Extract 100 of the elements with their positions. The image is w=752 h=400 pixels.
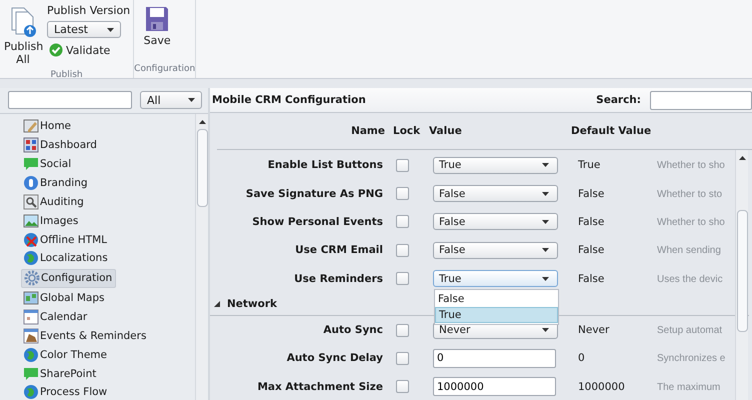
sidebar-item[interactable]: Calendar [21, 308, 90, 326]
lock-checkbox[interactable] [396, 324, 409, 337]
save-button[interactable]: Save [137, 2, 178, 51]
pencil-icon [23, 118, 39, 134]
setting-description: When sending [657, 245, 721, 256]
column-header: Name [351, 125, 386, 137]
column-header: Value [429, 125, 463, 137]
lock-checkbox[interactable] [396, 380, 409, 394]
sidebar-item[interactable]: Events & Reminders [21, 327, 150, 344]
publish-all-button[interactable]: Publish All [3, 2, 43, 70]
sidebar-item[interactable]: Process Flow [21, 384, 110, 400]
group-label: Configuration [134, 64, 196, 76]
default-value: False [577, 272, 606, 285]
setting-name: Use Reminders [294, 272, 384, 285]
validate-button[interactable]: Validate [47, 42, 112, 58]
calendar-icon [23, 328, 39, 344]
sidebar-item[interactable]: SharePoint [21, 365, 100, 382]
globe-icon [23, 232, 39, 248]
setting-name: Auto Sync Delay [286, 352, 384, 364]
setting-description: Uses the devic [657, 274, 723, 285]
lock-checkbox[interactable] [396, 158, 409, 172]
scrollbar-thumb[interactable] [736, 210, 748, 332]
scrollbar-thumb[interactable] [196, 129, 208, 207]
setting-name: Max Attachment Size [257, 380, 384, 393]
default-value: False [577, 244, 606, 256]
filter-dropdown[interactable]: All [140, 91, 202, 109]
sidebar-item[interactable]: Images [21, 212, 82, 230]
default-value: Never [577, 324, 610, 336]
default-value: True [577, 159, 602, 172]
speech-bubble-icon [23, 366, 39, 382]
speech-bubble-icon [23, 156, 39, 172]
setting-name: Show Personal Events [252, 216, 384, 228]
map-icon [23, 290, 39, 306]
sidebar-item[interactable]: Social [21, 156, 74, 173]
gear-icon [24, 270, 40, 286]
globe-icon [23, 346, 39, 363]
checkmark-icon [49, 43, 63, 57]
caret-icon [107, 28, 114, 32]
value-dropdown[interactable]: True [433, 156, 558, 174]
search-label: Search: [596, 94, 641, 106]
lock-checkbox[interactable] [396, 244, 409, 257]
image-icon [23, 212, 39, 229]
sidebar-item[interactable]: Configuration [21, 268, 116, 288]
sidebar-item[interactable]: Home [21, 118, 74, 135]
setting-description: Whether to sto [657, 188, 722, 200]
scrollbar[interactable] [195, 114, 208, 400]
expanded-triangle-icon[interactable] [214, 300, 220, 307]
value-dropdown[interactable]: False [433, 213, 558, 230]
caret-icon [542, 163, 549, 168]
setting-name: Auto Sync [323, 324, 384, 336]
search-field[interactable] [650, 90, 752, 110]
default-value: 0 [577, 352, 586, 364]
caret-icon [188, 98, 195, 102]
caret-icon [542, 248, 549, 252]
group-label: Publish [50, 70, 84, 82]
setting-description: Setup automat [657, 325, 722, 336]
setting-description: Whether to sho [657, 160, 725, 172]
search-field[interactable] [8, 91, 132, 109]
sidebar-item[interactable]: Color Theme [21, 346, 110, 364]
sidebar-item[interactable]: Localizations [21, 250, 111, 267]
setting-description: The maximum [657, 382, 720, 393]
setting-name: Use CRM Email [295, 244, 384, 256]
column-header: Lock [392, 125, 420, 137]
setting-description: Whether to sho [657, 216, 725, 228]
setting-name: Enable List Buttons [268, 159, 384, 172]
value-dropdown[interactable]: False [433, 185, 558, 202]
arrow-up-icon [198, 120, 206, 124]
lock-checkbox[interactable] [396, 187, 409, 200]
default-value: False [577, 188, 606, 200]
lock-checkbox[interactable] [396, 215, 409, 228]
sidebar-item[interactable]: Global Maps [21, 290, 108, 307]
default-value: 1000000 [577, 380, 626, 393]
value-dropdown[interactable]: False [433, 242, 558, 259]
dropdown-option[interactable]: False [435, 291, 558, 308]
sidebar-item[interactable]: Offline HTML [21, 231, 110, 248]
setting-name: Save Signature As PNG [246, 188, 384, 200]
value-field[interactable]: 0 [433, 348, 556, 368]
caret-icon [542, 220, 549, 224]
caret-icon [542, 276, 549, 281]
sidebar-item[interactable]: Branding [21, 174, 91, 192]
lock-checkbox[interactable] [396, 272, 409, 286]
globe-icon [23, 250, 39, 266]
sidebar-item[interactable]: Auditing [21, 193, 87, 210]
version-dropdown[interactable]: Latest [47, 21, 121, 38]
value-field[interactable]: 1000000 [433, 377, 556, 396]
publish-version-label: Publish Version [47, 4, 130, 17]
caret-icon [542, 328, 549, 332]
scrollbar[interactable] [735, 150, 748, 400]
panel-title: Mobile CRM Configuration [212, 94, 366, 106]
lock-checkbox[interactable] [396, 352, 409, 365]
column-header: Default Value [571, 125, 652, 137]
magnifier-icon [23, 194, 39, 210]
sidebar-item[interactable]: Dashboard [21, 136, 100, 154]
globe-icon [23, 384, 39, 400]
caret-icon [542, 192, 549, 196]
setting-description: Synchronizes e [657, 353, 726, 364]
grid-icon [23, 137, 39, 154]
value-dropdown[interactable]: True [433, 270, 558, 288]
calendar-icon [23, 309, 39, 326]
dropdown-option[interactable]: True [435, 307, 558, 324]
